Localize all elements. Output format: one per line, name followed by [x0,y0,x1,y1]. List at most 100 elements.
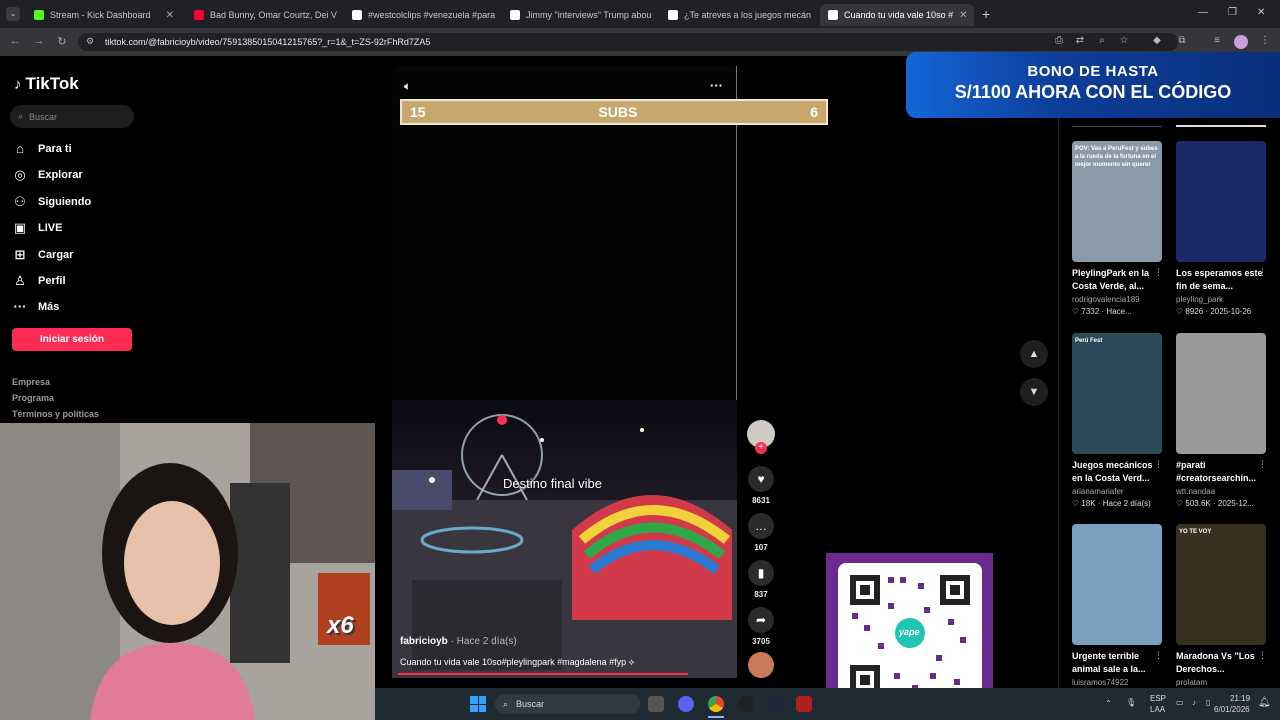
next-video-button[interactable]: ▼ [1020,378,1048,406]
music-disc[interactable] [748,652,774,678]
prev-video-button[interactable]: ▲ [1020,340,1048,368]
card-more-icon[interactable]: ⋮ [1154,267,1163,278]
follow-plus-icon[interactable]: + [755,442,767,454]
taskbar-search-input[interactable]: ⌕ Buscar [495,694,640,714]
heart-icon[interactable]: ♥ [748,466,774,492]
card-more-icon[interactable]: ⋮ [1258,267,1267,278]
profile-avatar[interactable] [1234,35,1248,49]
site-info-icon[interactable]: ⚙ [86,36,94,47]
chrome-menu-icon[interactable]: ⋮ [1258,35,1272,46]
footer-link-terminos[interactable]: Términos y políticas [12,409,99,419]
windows-start-icon[interactable] [470,696,486,712]
minimize-button[interactable]: — [1198,7,1208,18]
card-author[interactable]: pleyling_park [1176,295,1266,304]
tab-search-button[interactable]: ⌄ [6,7,20,21]
video-thumbnail[interactable] [1072,524,1162,645]
video-author[interactable]: fabricioyb · Hace 2 día(s) [400,636,517,647]
language-code[interactable]: ESP [1150,694,1166,703]
recommended-video-card[interactable]: Los esperamos este fin de sema... pleylin… [1176,141,1266,316]
close-window-button[interactable]: ✕ [1257,7,1265,18]
monitor-icon[interactable]: ▭ [1176,698,1184,707]
browser-tab[interactable]: Jimmy "interviews" Trump abou✕ [502,4,656,26]
recommended-video-card[interactable]: Perú Fest Juegos mecánicos en la Costa Ve… [1072,333,1162,508]
browser-tab[interactable]: ¿Te atreves a los juegos mecán✕ [660,4,816,26]
sidebar-item-live[interactable]: ▣ LIVE [12,220,63,236]
card-more-icon[interactable]: ⋮ [1154,650,1163,661]
recommended-video-card[interactable]: POV: Vas a PeruFest y subes a la rueda d… [1072,141,1162,316]
browser-tab[interactable]: Stream - Kick Dashboard ✕ [26,4,182,26]
volume-tray-icon[interactable]: ♪ [1192,698,1196,707]
video-thumbnail[interactable]: Perú Fest [1072,333,1162,454]
card-author[interactable]: arianamariafer [1072,487,1162,496]
back-icon[interactable]: ← [8,35,22,47]
mic-icon[interactable]: 🎙︎ [1126,698,1136,707]
sidebar-item-para-ti[interactable]: ⌂ Para ti [12,141,72,156]
card-more-icon[interactable]: ⋮ [1258,459,1267,470]
keyboard-layout[interactable]: LAA [1150,705,1165,714]
clock-date[interactable]: 6/01/2026 [1214,705,1250,714]
more-options-icon[interactable]: ··· [710,78,723,93]
app-icon[interactable] [796,696,812,712]
media-icon[interactable]: ≡ [1210,35,1224,46]
card-more-icon[interactable]: ⋮ [1154,459,1163,470]
like-action[interactable]: ♥ 8631 [747,466,775,505]
tiktok-logo[interactable]: ♪ TikTok [14,74,79,94]
card-title[interactable]: PleylingPark en la Costa Verde, al... [1072,267,1162,293]
share-action[interactable]: ➦ 3705 [747,607,775,646]
bookmark-icon[interactable]: ▮ [748,560,774,586]
video-thumbnail[interactable] [1176,333,1266,454]
new-tab-button[interactable]: + [982,6,990,22]
card-title[interactable]: Juegos mecánicos en la Costa Verd... [1072,459,1162,485]
share-icon[interactable]: ➦ [748,607,774,633]
tab-close-icon[interactable]: ✕ [337,10,340,21]
file-explorer-icon[interactable] [648,696,664,712]
sidebar-item-siguiendo[interactable]: ⚇ Siguiendo [12,194,91,210]
card-title[interactable]: #parati #creatorsearchin... [1176,459,1266,485]
notification-bell-icon[interactable]: 🔔︎ [1258,697,1271,708]
card-title[interactable]: Urgente terrible animal sale a la... [1072,650,1162,676]
footer-link-empresa[interactable]: Empresa [12,377,50,387]
video-progress-bar[interactable] [398,673,688,675]
volume-icon[interactable]: 🔈︎ [404,79,411,94]
browser-tab[interactable]: Cuando tu vida vale 10so # ✕ [820,4,974,26]
extension-icon[interactable]: ◆ [1150,35,1164,46]
discord-icon[interactable] [678,696,694,712]
card-title[interactable]: Maradona Vs "Los Derechos... [1176,650,1266,676]
clock-time[interactable]: 21:19 [1230,694,1250,703]
login-button[interactable]: Iniciar sesión [12,328,132,351]
tab-close-icon[interactable]: ✕ [160,10,174,21]
recommended-video-card[interactable]: YO TE VOY Maradona Vs "Los Derechos... pro… [1176,524,1266,687]
obs-icon[interactable] [738,696,754,712]
recommended-video-card[interactable]: #parati #creatorsearchin... wtt.nandaa ♡ 5… [1176,333,1266,508]
maximize-button[interactable]: ❐ [1228,7,1237,18]
recommended-video-card[interactable]: Urgente terrible animal sale a la... luis… [1072,524,1162,687]
battery-icon[interactable]: ▯ [1206,698,1210,707]
browser-tab[interactable]: Bad Bunny, Omar Courtz, Dei V✕ [186,4,340,26]
translate-icon[interactable]: ⇄ [1073,35,1087,46]
video-thumbnail[interactable]: POV: Vas a PeruFest y subes a la rueda d… [1072,141,1162,262]
video-thumbnail[interactable] [1176,141,1266,262]
comment-icon[interactable]: … [748,513,774,539]
sidebar-item-perfil[interactable]: ♙ Perfil [12,273,65,289]
tab-close-icon[interactable]: ✕ [953,10,967,21]
url-text[interactable]: tiktok.com/@fabricioyb/video/75913850150… [105,37,430,47]
card-author[interactable]: wtt.nandaa [1176,487,1266,496]
video-thumbnail[interactable]: YO TE VOY [1176,524,1266,645]
tab-close-icon[interactable]: ✕ [495,10,498,21]
author-name[interactable]: fabricioyb [400,636,448,647]
card-author[interactable]: rodrigovalencia189 [1072,295,1162,304]
bookmark-star-icon[interactable]: ☆ [1117,35,1131,46]
install-icon[interactable]: ⎙ [1052,35,1066,46]
card-author[interactable]: prolatam [1176,678,1266,687]
zoom-icon[interactable]: ⌕ [1095,35,1109,46]
reload-icon[interactable]: ↻ [55,35,69,48]
steam-icon[interactable] [767,696,783,712]
forward-icon[interactable]: → [32,35,46,47]
tray-chevron-icon[interactable]: ⌃ [1105,699,1112,708]
sidebar-item-más[interactable]: ··· Más [12,299,60,314]
creator-avatar[interactable]: + [747,420,775,454]
chrome-icon[interactable] [708,696,724,712]
tab-close-icon[interactable]: ✕ [811,10,816,21]
puzzle-icon[interactable]: ⧉ [1175,35,1189,46]
footer-link-programa[interactable]: Programa [12,393,54,403]
